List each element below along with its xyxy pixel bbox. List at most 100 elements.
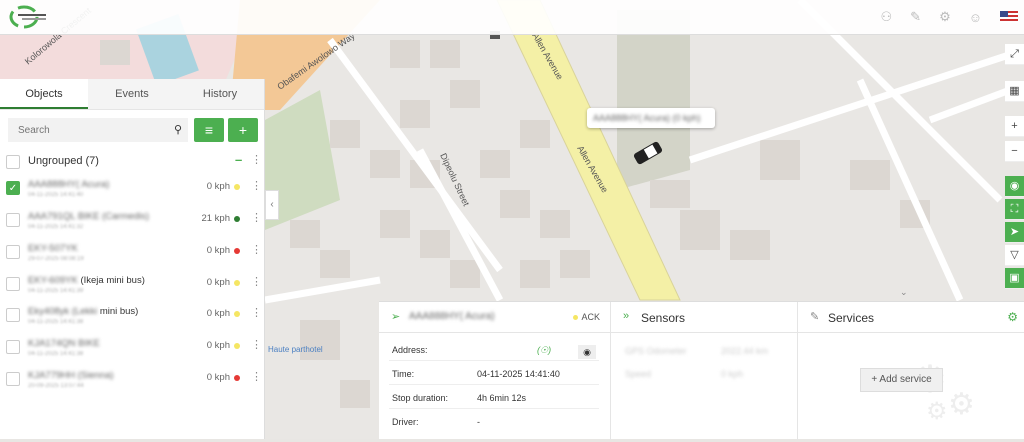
collapse-group-icon[interactable]: – [235, 152, 242, 167]
object-menu-icon[interactable]: ⋮ [251, 179, 262, 192]
object-name: KJA779HH (Sienna) [28, 370, 114, 381]
sensors-title: Sensors [641, 311, 686, 325]
object-timestamp: 20-09-2025 13:07:44 [28, 383, 84, 389]
objects-panel: Objects Events History ⚲ ≡ + Ungrouped (… [0, 79, 265, 439]
wrench-icon: ✎ [810, 311, 820, 323]
sensor-icon: » [623, 310, 630, 322]
list-item[interactable]: KJA174QN BIKE 04-11-2025 14:41:38 0 kph ⋮ [6, 338, 262, 368]
ack-status: ACK [573, 312, 600, 322]
panel-tabs: Objects Events History [0, 79, 264, 110]
object-speed: 0 kph [206, 372, 230, 383]
object-checkbox[interactable] [6, 340, 20, 354]
gear-watermark-icon: ⚙ [926, 398, 948, 425]
object-name: AAA888HY( Acura) [28, 179, 110, 190]
fullscreen-icon[interactable]: ⤢ [1005, 44, 1024, 65]
navigate-icon[interactable]: ➤ [1005, 222, 1024, 243]
list-item[interactable]: EKY-507YK 29-07-2025 08:08:19 0 kph ⋮ [6, 243, 262, 273]
zoom-in-button[interactable]: + [1005, 116, 1024, 137]
collapse-panel-button[interactable]: ‹ [265, 190, 279, 220]
list-item[interactable]: AAA791QL BIKE (Carmedis) 04-11-2025 14:41… [6, 211, 262, 241]
vehicle-popup[interactable]: AAA888HY( Acura) (0 kph) [587, 108, 715, 128]
list-menu-button[interactable]: ≡ [194, 118, 224, 142]
object-menu-icon[interactable]: ⋮ [251, 338, 262, 351]
user-icon[interactable]: ☺ [969, 10, 982, 25]
object-menu-icon[interactable]: ⋮ [251, 211, 262, 224]
services-title: Services [828, 311, 875, 325]
detail-row-driver: Driver: - [392, 417, 480, 427]
object-checkbox[interactable] [6, 213, 20, 227]
object-title: AAA888HY( Acura) [409, 311, 495, 322]
object-name: AAA791QL BIKE (Carmedis) [28, 211, 150, 222]
status-dot-icon [234, 216, 240, 222]
search-icon[interactable]: ⚲ [174, 123, 182, 136]
vehicle-popup-label: AAA888HY( Acura) (0 kph) [593, 113, 701, 123]
detail-row-address: Address: (☉) [389, 338, 599, 361]
detail-row-time: Time: 04-11-2025 14:41:40 [389, 362, 599, 385]
object-checkbox[interactable] [6, 372, 20, 386]
object-name: EKY-609YK (Ikeja mini bus) [28, 275, 145, 286]
share-icon[interactable]: ⚇ [881, 9, 893, 25]
tab-objects[interactable]: Objects [0, 79, 88, 109]
object-checkbox[interactable] [6, 277, 20, 291]
logo [8, 4, 48, 33]
status-dot-icon [234, 280, 240, 286]
locate-icon[interactable]: ◉ [1005, 176, 1024, 197]
status-dot-icon [234, 343, 240, 349]
group-header[interactable]: Ungrouped (7) – ⋮ [6, 152, 262, 173]
object-timestamp: 04-11-2025 14:41:38 [28, 319, 84, 325]
object-speed: 0 kph [206, 308, 230, 319]
expand-details-icon[interactable]: ⌄ [900, 287, 908, 298]
object-name: KJA174QN BIKE [28, 338, 100, 349]
zoom-out-button[interactable]: − [1005, 141, 1024, 162]
object-timestamp: 04-11-2025 14:41:32 [28, 224, 84, 230]
group-checkbox[interactable] [6, 155, 20, 169]
poi-label: Haute parthotel [268, 345, 323, 354]
object-checkbox[interactable] [6, 245, 20, 259]
status-dot-icon [234, 375, 240, 381]
status-dot-icon [234, 311, 240, 317]
object-checkbox[interactable]: ✓ [6, 181, 20, 195]
object-checkbox[interactable] [6, 308, 20, 322]
list-item[interactable]: ✓ AAA888HY( Acura) 04-11-2025 14:41:40 0 kp… [6, 179, 262, 209]
object-menu-icon[interactable]: ⋮ [251, 370, 262, 383]
object-menu-icon[interactable]: ⋮ [251, 275, 262, 288]
tab-events[interactable]: Events [88, 79, 176, 109]
details-panel: ➢ AAA888HY( Acura) ACK Address: (☉) ◉ Ti… [379, 301, 1024, 440]
list-item[interactable]: Eky408yk (Lekki mini bus) 04-11-2025 14:4… [6, 306, 262, 336]
fit-bounds-icon[interactable]: ⛶ [1005, 199, 1024, 220]
object-timestamp: 04-11-2025 14:41:39 [28, 288, 84, 294]
services-settings-icon[interactable]: ⚙ [1007, 310, 1018, 324]
tools-icon[interactable]: ✎ [910, 9, 921, 25]
map-layers-icon[interactable]: ▦ [1005, 81, 1024, 102]
services-panel: ✎ Services ⚙ ⚙ ⚙ ⚙ + Add service [798, 302, 1024, 440]
add-object-button[interactable]: + [228, 118, 258, 142]
status-dot-icon [234, 248, 240, 254]
object-speed: 0 kph [206, 340, 230, 351]
language-flag-icon[interactable] [1000, 11, 1018, 23]
group-menu-icon[interactable]: ⋮ [251, 153, 262, 166]
object-timestamp: 04-11-2025 14:41:40 [28, 192, 84, 198]
tab-history[interactable]: History [176, 79, 264, 109]
gear-watermark-icon: ⚙ [948, 388, 975, 421]
object-name: EKY-507YK [28, 243, 78, 254]
sensors-panel: » Sensors GPS Odometer 2022.44 km Speed 0 … [611, 302, 798, 440]
sensor-row: Speed 0 kph [625, 369, 744, 379]
object-speed: 21 kph [201, 213, 230, 224]
add-service-button[interactable]: + Add service [860, 368, 943, 392]
settings-icon[interactable]: ⚙ [939, 9, 951, 25]
list-item[interactable]: KJA779HH (Sienna) 20-09-2025 13:07:44 0 kp… [6, 370, 262, 400]
sensor-row: GPS Odometer 2022.44 km [625, 346, 769, 356]
object-menu-icon[interactable]: ⋮ [251, 243, 262, 256]
top-bar: ⚇ ✎ ⚙ ☺ [0, 0, 1024, 35]
route-icon[interactable]: ▽ [1005, 245, 1024, 266]
poi-icon[interactable]: ▣ [1005, 268, 1024, 289]
object-menu-icon[interactable]: ⋮ [251, 306, 262, 319]
object-name: Eky408yk (Lekki mini bus) [28, 306, 139, 317]
search-input[interactable] [8, 118, 188, 142]
object-timestamp: 04-11-2025 14:41:38 [28, 351, 84, 357]
show-address-icon[interactable]: ◉ [578, 345, 596, 359]
object-speed: 0 kph [206, 181, 230, 192]
detail-row-stop-duration: Stop duration: 4h 6min 12s [389, 386, 599, 409]
status-dot-icon [234, 184, 240, 190]
list-item[interactable]: EKY-609YK (Ikeja mini bus) 04-11-2025 14:… [6, 275, 262, 305]
